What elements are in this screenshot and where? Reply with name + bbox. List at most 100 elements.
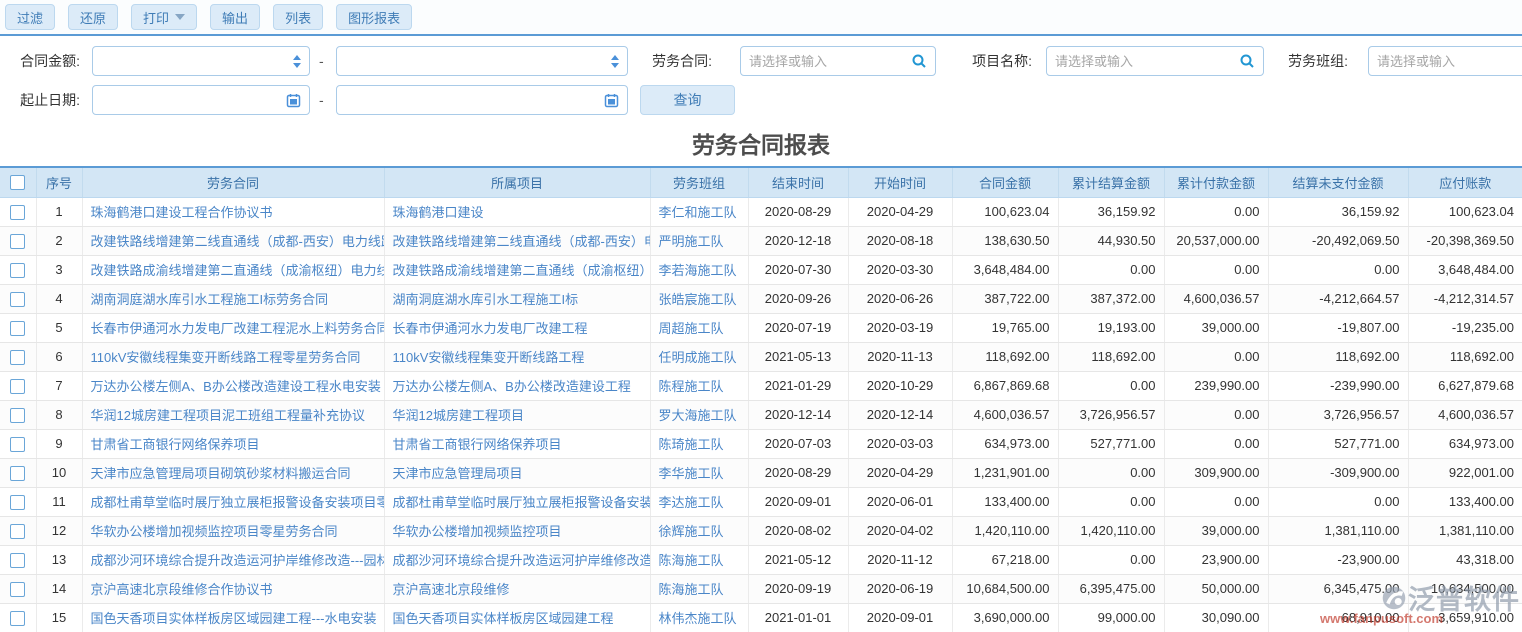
date-start-input[interactable] — [92, 85, 310, 115]
labor-contract-link[interactable]: 110kV安徽线程集变开断线路工程零星劳务合同 — [91, 350, 361, 365]
project-link[interactable]: 改建铁路线增建第二线直通线（成都-西安）电力 — [393, 234, 651, 249]
project-name-input[interactable] — [1046, 46, 1264, 76]
labor-contract-link[interactable]: 成都杜甫草堂临时展厅独立展柜报警设备安装项目零星 — [91, 495, 385, 510]
select-all-checkbox[interactable] — [10, 175, 25, 190]
table-cell: 10,684,500.00 — [952, 574, 1058, 603]
calendar-icon[interactable] — [286, 93, 301, 108]
project-link[interactable]: 长春市伊通河水力发电厂改建工程 — [393, 321, 588, 336]
labor-contract-link[interactable]: 珠海鹤港口建设工程合作协议书 — [91, 205, 273, 220]
row-checkbox[interactable] — [10, 350, 25, 365]
team-link[interactable]: 陈琦施工队 — [659, 437, 724, 452]
row-checkbox[interactable] — [10, 611, 25, 626]
col-header-settled-unpaid-amount[interactable]: 结算未支付金额 — [1268, 167, 1408, 197]
col-header-end-date[interactable]: 结束时间 — [748, 167, 848, 197]
labor-contract-link[interactable]: 华软办公楼增加视频监控项目零星劳务合同 — [91, 524, 338, 539]
project-name-field[interactable] — [1055, 54, 1239, 69]
export-button[interactable]: 输出 — [210, 4, 260, 30]
team-link[interactable]: 李仁和施工队 — [659, 205, 737, 220]
project-link[interactable]: 珠海鹤港口建设 — [393, 205, 484, 220]
col-header-paid-amount[interactable]: 累计付款金额 — [1164, 167, 1268, 197]
project-link[interactable]: 华软办公楼增加视频监控项目 — [393, 524, 562, 539]
chart-report-button[interactable]: 图形报表 — [336, 4, 412, 30]
date-end-input[interactable] — [336, 85, 628, 115]
team-link[interactable]: 李华施工队 — [659, 466, 724, 481]
team-link[interactable]: 徐辉施工队 — [659, 524, 724, 539]
labor-contract-link[interactable]: 甘肃省工商银行网络保养项目 — [91, 437, 260, 452]
team-link[interactable]: 张皓宸施工队 — [659, 292, 737, 307]
row-checkbox[interactable] — [10, 437, 25, 452]
team-link[interactable]: 林伟杰施工队 — [659, 611, 737, 626]
project-link[interactable]: 成都沙河环境综合提升改造运河护岸维修改造 — [393, 553, 651, 568]
row-checkbox[interactable] — [10, 582, 25, 597]
amount-max-field[interactable] — [345, 54, 605, 69]
spinner-icon[interactable] — [287, 55, 301, 68]
spinner-icon[interactable] — [605, 55, 619, 68]
row-checkbox[interactable] — [10, 379, 25, 394]
amount-min-input[interactable] — [92, 46, 310, 76]
labor-contract-link[interactable]: 成都沙河环境综合提升改造运河护岸维修改造---园林 — [91, 553, 385, 568]
team-link[interactable]: 周超施工队 — [659, 321, 724, 336]
list-view-button[interactable]: 列表 — [273, 4, 323, 30]
project-link[interactable]: 华润12城房建工程项目 — [393, 408, 524, 423]
labor-contract-link[interactable]: 华润12城房建工程项目泥工班组工程量补充协议 — [91, 408, 365, 423]
row-checkbox[interactable] — [10, 466, 25, 481]
date-start-field[interactable] — [101, 93, 286, 108]
labor-contract-field[interactable] — [749, 54, 911, 69]
calendar-icon[interactable] — [604, 93, 619, 108]
col-header-labor-contract[interactable]: 劳务合同 — [82, 167, 384, 197]
labor-contract-link[interactable]: 改建铁路成渝线增建第二直通线（成渝枢纽）电力线 — [91, 263, 385, 278]
amount-max-input[interactable] — [336, 46, 628, 76]
col-header-settled-amount[interactable]: 累计结算金额 — [1058, 167, 1164, 197]
row-checkbox[interactable] — [10, 408, 25, 423]
project-link[interactable]: 湖南洞庭湖水库引水工程施工I标 — [393, 292, 579, 307]
labor-contract-link[interactable]: 万达办公楼左侧A、B办公楼改造建设工程水电安装 — [91, 379, 381, 394]
labor-contract-link[interactable]: 湖南洞庭湖水库引水工程施工I标劳务合同 — [91, 292, 329, 307]
query-button[interactable]: 查询 — [640, 85, 735, 115]
labor-contract-link[interactable]: 改建铁路线增建第二线直通线（成都-西安）电力线路 — [91, 234, 385, 249]
team-link[interactable]: 陈海施工队 — [659, 582, 724, 597]
date-end-field[interactable] — [345, 93, 604, 108]
print-button[interactable]: 打印 — [131, 4, 197, 30]
restore-button[interactable]: 还原 — [68, 4, 118, 30]
col-header-index[interactable]: 序号 — [36, 167, 82, 197]
col-header-project[interactable]: 所属项目 — [384, 167, 650, 197]
row-checkbox[interactable] — [10, 524, 25, 539]
amount-min-field[interactable] — [101, 54, 287, 69]
col-header-start-date[interactable]: 开始时间 — [848, 167, 952, 197]
team-link[interactable]: 陈程施工队 — [659, 379, 724, 394]
row-checkbox[interactable] — [10, 234, 25, 249]
labor-team-input[interactable] — [1368, 46, 1522, 76]
project-link[interactable]: 成都杜甫草堂临时展厅独立展柜报警设备安装 — [393, 495, 651, 510]
row-checkbox[interactable] — [10, 495, 25, 510]
labor-contract-input[interactable] — [740, 46, 936, 76]
row-checkbox[interactable] — [10, 553, 25, 568]
project-link[interactable]: 改建铁路成渝线增建第二直通线（成渝枢纽） — [393, 263, 651, 278]
labor-contract-link[interactable]: 京沪高速北京段维修合作协议书 — [91, 582, 273, 597]
search-icon[interactable] — [911, 53, 927, 69]
labor-team-field[interactable] — [1377, 54, 1521, 69]
team-link[interactable]: 李若海施工队 — [659, 263, 737, 278]
row-checkbox[interactable] — [10, 292, 25, 307]
project-link[interactable]: 110kV安徽线程集变开断线路工程 — [393, 350, 585, 365]
team-link[interactable]: 严明施工队 — [659, 234, 724, 249]
row-checkbox[interactable] — [10, 321, 25, 336]
col-header-contract-amount[interactable]: 合同金额 — [952, 167, 1058, 197]
team-link[interactable]: 李达施工队 — [659, 495, 724, 510]
project-link[interactable]: 天津市应急管理局项目 — [393, 466, 523, 481]
labor-contract-link[interactable]: 国色天香项目实体样板房区域园建工程---水电安装 — [91, 611, 377, 626]
project-link[interactable]: 国色天香项目实体样板房区域园建工程 — [393, 611, 614, 626]
team-link[interactable]: 罗大海施工队 — [659, 408, 737, 423]
labor-contract-link[interactable]: 长春市伊通河水力发电厂改建工程泥水上料劳务合同 — [91, 321, 385, 336]
project-link[interactable]: 京沪高速北京段维修 — [393, 582, 510, 597]
col-header-team[interactable]: 劳务班组 — [650, 167, 748, 197]
project-link[interactable]: 万达办公楼左侧A、B办公楼改造建设工程 — [393, 379, 631, 394]
row-checkbox[interactable] — [10, 263, 25, 278]
filter-button[interactable]: 过滤 — [5, 4, 55, 30]
team-link[interactable]: 任明成施工队 — [659, 350, 737, 365]
labor-contract-link[interactable]: 天津市应急管理局项目砌筑砂浆材料搬运合同 — [91, 466, 351, 481]
search-icon[interactable] — [1239, 53, 1255, 69]
col-header-accounts-payable[interactable]: 应付账款 — [1408, 167, 1522, 197]
team-link[interactable]: 陈海施工队 — [659, 553, 724, 568]
project-link[interactable]: 甘肃省工商银行网络保养项目 — [393, 437, 562, 452]
row-checkbox[interactable] — [10, 205, 25, 220]
